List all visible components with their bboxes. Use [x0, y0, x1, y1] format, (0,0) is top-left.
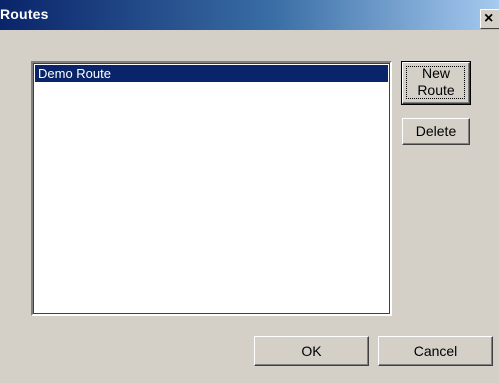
routes-dialog: Routes × Demo Route New Route Delete OK … — [0, 0, 499, 383]
cancel-button[interactable]: Cancel — [378, 336, 493, 366]
new-route-label-line1: New — [421, 65, 450, 81]
new-route-label: New Route — [403, 65, 469, 99]
delete-button[interactable]: Delete — [402, 118, 470, 145]
new-route-button[interactable]: New Route — [401, 61, 471, 105]
routes-listbox[interactable]: Demo Route — [31, 61, 392, 316]
close-icon: × — [484, 10, 494, 27]
title-bar[interactable]: Routes × — [0, 0, 499, 30]
close-button[interactable]: × — [480, 9, 499, 29]
new-route-label-line2: Route — [417, 82, 455, 98]
ok-button[interactable]: OK — [254, 336, 369, 366]
list-item-label: Demo Route — [38, 66, 111, 81]
list-item-demo-route[interactable]: Demo Route — [35, 65, 388, 82]
dialog-title: Routes — [0, 6, 49, 22]
